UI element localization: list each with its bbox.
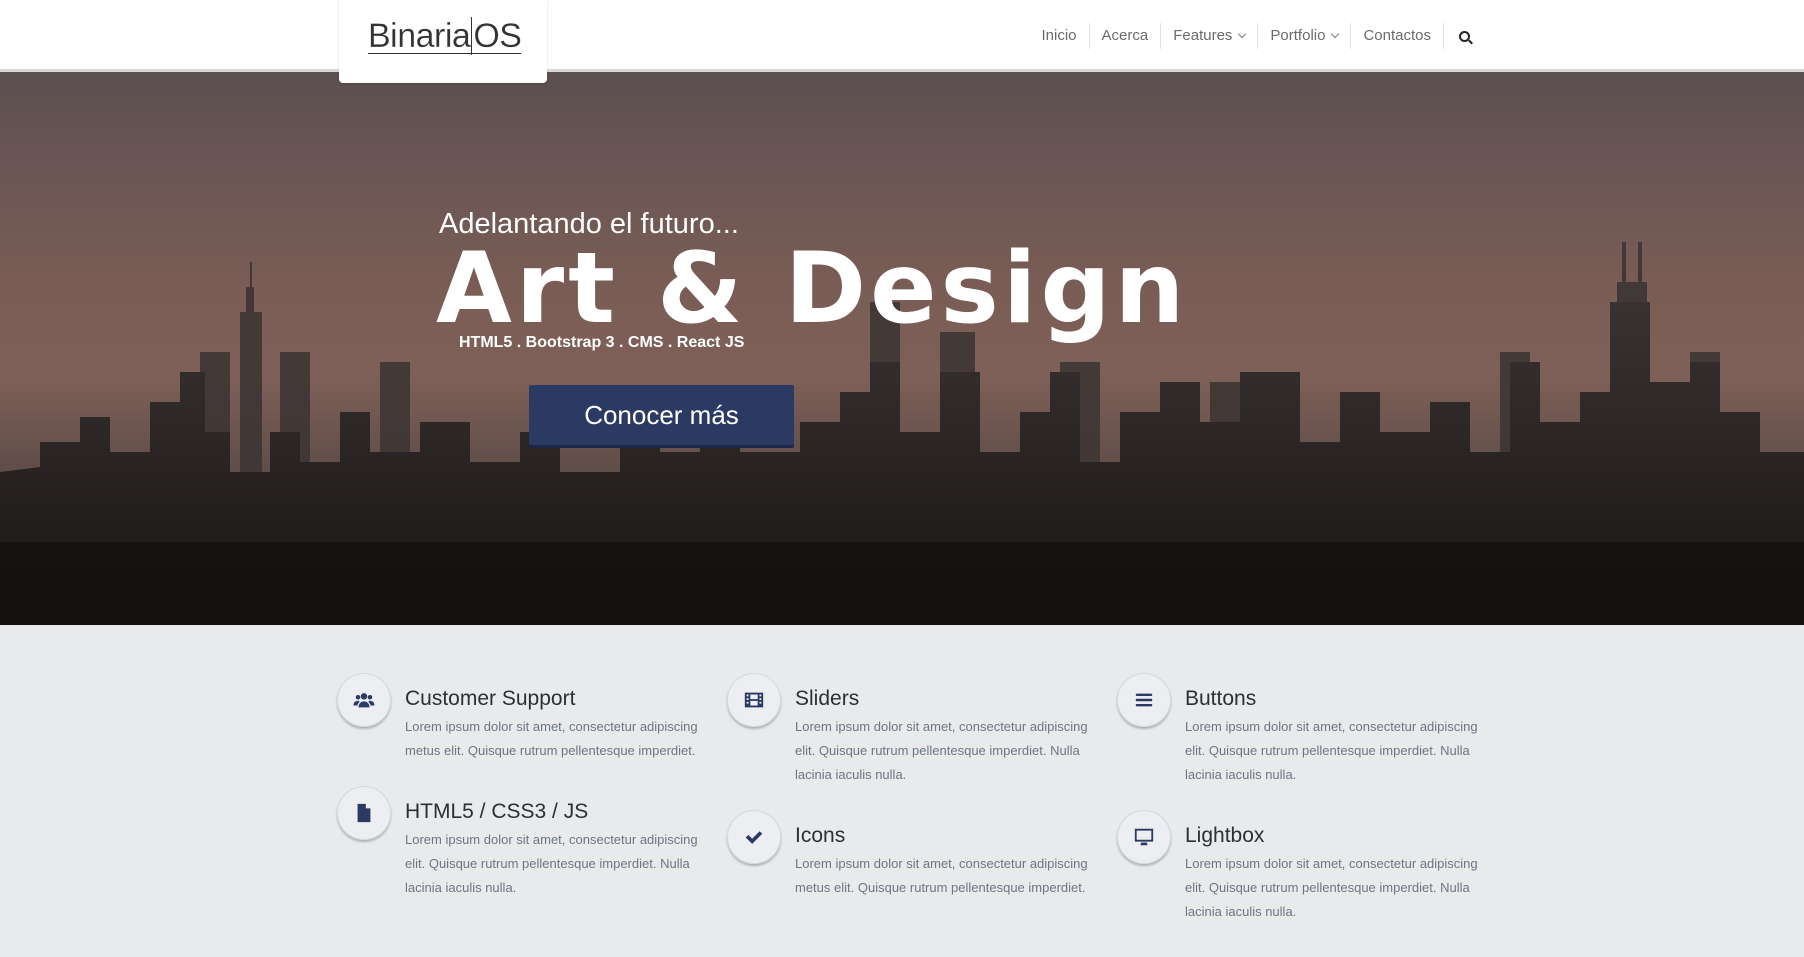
hero-banner: Adelantando el futuro... Art & Design HT… — [0, 72, 1804, 625]
conocer-mas-button[interactable]: Conocer más — [529, 385, 794, 445]
feature-title: Sliders — [795, 687, 860, 710]
feature-text: Lorem ipsum dolor sit amet, consectetur … — [405, 832, 698, 895]
nav-item-acerca[interactable]: Acerca — [1090, 23, 1162, 49]
nav-label: Contactos — [1363, 27, 1431, 44]
bars-icon — [1117, 673, 1171, 727]
feature-text: Lorem ipsum dolor sit amet, consectetur … — [795, 856, 1088, 895]
check-icon — [727, 810, 781, 864]
site-header — [0, 0, 1804, 72]
feature-title: Customer Support — [405, 687, 576, 710]
search-button[interactable] — [1444, 23, 1484, 49]
nav-item-inicio[interactable]: Inicio — [1030, 23, 1090, 49]
feature-text: Lorem ipsum dolor sit amet, consectetur … — [1185, 719, 1478, 782]
nav-item-features[interactable]: Features — [1161, 23, 1259, 49]
nav-label: Inicio — [1041, 27, 1077, 44]
logo-part-2: OS — [471, 16, 522, 55]
film-icon — [727, 673, 781, 727]
feature-title: Lightbox — [1185, 824, 1265, 847]
nav-label: Portfolio — [1270, 27, 1326, 44]
logo-underline — [368, 53, 522, 54]
search-icon — [1458, 30, 1470, 42]
feature-title: Buttons — [1185, 687, 1257, 710]
chevron-down-icon — [1331, 29, 1340, 39]
city-skyline-image — [0, 242, 1804, 625]
main-nav: Inicio Acerca Features Portfolio Contact… — [1030, 22, 1485, 50]
feature-title: HTML5 / CSS3 / JS — [405, 800, 589, 823]
nav-item-contactos[interactable]: Contactos — [1351, 23, 1444, 49]
users-icon — [337, 673, 391, 727]
hero-tags: HTML5 . Bootstrap 3 . CMS . React JS — [459, 334, 745, 351]
hero-title: Art & Design — [436, 232, 1189, 346]
feature-text: Lorem ipsum dolor sit amet, consectetur … — [405, 719, 698, 758]
chevron-down-icon — [1238, 29, 1247, 39]
feature-text: Lorem ipsum dolor sit amet, consectetur … — [1185, 856, 1478, 919]
nav-label: Acerca — [1101, 27, 1149, 44]
logo-part-1: Binaria — [368, 16, 471, 55]
feature-title: Icons — [795, 824, 846, 847]
site-logo[interactable]: BinariaOS — [368, 14, 522, 58]
nav-item-portfolio[interactable]: Portfolio — [1258, 23, 1352, 49]
file-icon — [337, 786, 391, 840]
features-section: Customer Support Lorem ipsum dolor sit a… — [0, 625, 1804, 957]
logo-text: BinariaOS — [368, 16, 522, 56]
desktop-icon — [1117, 810, 1171, 864]
feature-text: Lorem ipsum dolor sit amet, consectetur … — [795, 719, 1088, 782]
nav-label: Features — [1173, 27, 1233, 44]
